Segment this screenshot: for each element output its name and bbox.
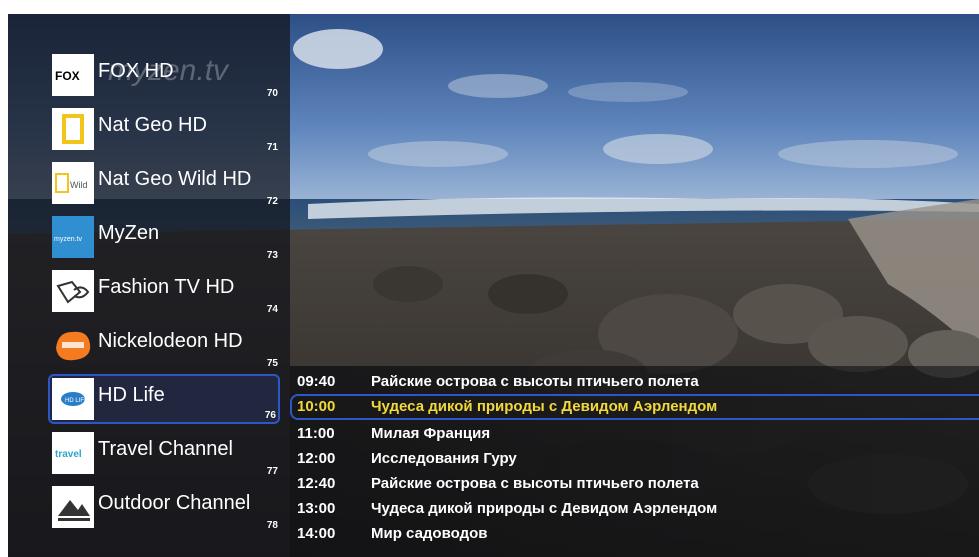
channel-number: 70 xyxy=(266,88,278,99)
channel-item-myzen[interactable]: myzen.tv MyZen 73 xyxy=(48,212,280,262)
program-title: Чудеса дикой природы с Девидом Аэрлендом xyxy=(371,398,718,415)
tv-screen: myzen.tv FOX FOX HD 70 Nat Geo HD 71 Wil… xyxy=(8,14,979,557)
channel-item-hd-life[interactable]: HD LIFE HD Life 76 xyxy=(48,374,280,424)
program-time: 09:40 xyxy=(297,373,336,390)
hd-life-logo-text: HD LIFE xyxy=(65,398,88,404)
channel-name: MyZen xyxy=(98,222,160,244)
channel-item-fox-hd[interactable]: FOX FOX HD 70 xyxy=(48,50,280,100)
nat-geo-wild-logo-icon: Wild xyxy=(52,162,94,204)
channel-name: Travel Channel xyxy=(98,438,233,460)
channel-name: Outdoor Channel xyxy=(98,492,251,514)
wild-logo-text: Wild xyxy=(70,180,88,190)
channel-item-nat-geo-hd[interactable]: Nat Geo HD 71 xyxy=(48,104,280,154)
program-time: 10:00 xyxy=(297,398,336,415)
program-title: Райские острова с высоты птичьего полета xyxy=(371,373,699,390)
nickelodeon-logo-icon xyxy=(52,324,94,366)
program-guide: 09:40 Райские острова с высоты птичьего … xyxy=(290,366,979,557)
program-title: Милая Франция xyxy=(371,425,491,442)
channel-name: FOX HD xyxy=(98,60,174,82)
program-time: 11:00 xyxy=(297,425,335,442)
program-title: Исследования Гуру xyxy=(371,450,517,467)
program-title: Мир садоводов xyxy=(371,525,488,542)
channel-item-outdoor-channel[interactable]: Outdoor Channel 78 xyxy=(48,482,280,532)
fashion-tv-logo-icon xyxy=(52,270,94,312)
channel-item-travel-channel[interactable]: travel Travel Channel 77 xyxy=(48,428,280,478)
fox-logo-icon: FOX xyxy=(52,54,94,96)
channel-item-fashion-tv-hd[interactable]: Fashion TV HD 74 xyxy=(48,266,280,316)
program-time: 14:00 xyxy=(297,525,336,542)
channel-number: 78 xyxy=(266,520,278,531)
myzen-logo-icon: myzen.tv xyxy=(52,216,94,258)
channel-number: 74 xyxy=(266,304,278,315)
program-title: Чудеса дикой природы с Девидом Аэрлендом xyxy=(371,500,718,517)
program-time: 13:00 xyxy=(297,500,336,517)
channel-number: 72 xyxy=(266,196,278,207)
channel-item-nickelodeon-hd[interactable]: Nickelodeon HD 75 xyxy=(48,320,280,370)
program-time: 12:00 xyxy=(297,450,336,467)
channel-item-nat-geo-wild-hd[interactable]: Wild Nat Geo Wild HD 72 xyxy=(48,158,280,208)
travel-logo-text: travel xyxy=(55,449,82,460)
program-row[interactable]: 13:00 Чудеса дикой природы с Девидом Аэр… xyxy=(290,497,979,521)
program-row[interactable]: 14:00 Мир садоводов xyxy=(290,522,979,546)
channel-number: 71 xyxy=(266,142,278,153)
channel-number: 73 xyxy=(266,250,278,261)
outdoor-channel-logo-icon xyxy=(52,486,94,528)
channel-number: 76 xyxy=(264,410,276,421)
channel-name: Fashion TV HD xyxy=(98,276,235,298)
hd-life-logo-icon: HD LIFE xyxy=(52,378,94,420)
myzen-logo-text: myzen.tv xyxy=(54,236,83,243)
program-row[interactable]: 09:40 Райские острова с высоты птичьего … xyxy=(290,370,979,394)
channel-number: 77 xyxy=(266,466,278,477)
channel-name: Nat Geo HD xyxy=(98,114,207,136)
channel-list: myzen.tv FOX FOX HD 70 Nat Geo HD 71 Wil… xyxy=(8,14,290,557)
fox-logo-text: FOX xyxy=(55,69,80,83)
program-time: 12:40 xyxy=(297,475,336,492)
channel-name: HD Life xyxy=(98,384,165,406)
channel-number: 75 xyxy=(266,358,278,369)
channel-name: Nickelodeon HD xyxy=(98,330,243,352)
travel-channel-logo-icon: travel xyxy=(52,432,94,474)
program-title: Райские острова с высоты птичьего полета xyxy=(371,475,699,492)
channel-name: Nat Geo Wild HD xyxy=(98,168,252,190)
program-row[interactable]: 12:00 Исследования Гуру xyxy=(290,447,979,471)
program-row-current[interactable]: 10:00 Чудеса дикой природы с Девидом Аэр… xyxy=(290,394,979,420)
nat-geo-logo-icon xyxy=(52,108,94,150)
program-row[interactable]: 12:40 Райские острова с высоты птичьего … xyxy=(290,472,979,496)
program-row[interactable]: 11:00 Милая Франция xyxy=(290,422,979,446)
